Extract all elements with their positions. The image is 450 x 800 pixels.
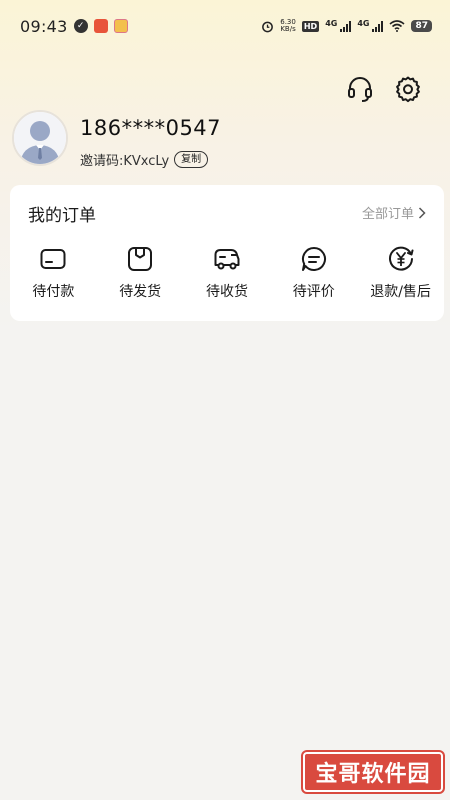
orders-title: 我的订单 [28,206,96,226]
copy-button[interactable]: 复制 [174,151,209,168]
watermark-logo: 宝哥软件园 [303,752,443,792]
check-icon: ✓ [73,19,88,33]
card-icon [39,245,67,273]
invite-code: 邀请码:KVxcLy [80,154,170,169]
order-item-label: 待发货 [119,284,162,300]
box-icon [126,245,154,273]
signal-icon [340,20,352,32]
order-pending-shipment[interactable]: 待发货 [100,245,180,309]
order-item-label: 待收货 [205,284,248,300]
order-pending-review[interactable]: 待评价 [274,245,354,309]
order-item-label: 退款/售后 [370,284,431,300]
status-time: 09:43 [20,16,68,36]
network-speed-unit: KB/s [280,25,296,33]
network-speed: 6.30 KB/s [280,19,296,33]
my-orders-card: 我的订单 全部订单 待付款 待发货 待收货 待评价 退款/售后 [10,185,444,321]
order-pending-payment[interactable]: 待付款 [13,245,93,309]
order-refund-aftersale[interactable]: 退款/售后 [361,245,441,309]
signal-icon-2 [372,20,384,32]
default-avatar-icon [14,112,66,164]
app-notification-icon-2 [113,19,128,33]
order-item-label: 待付款 [32,284,75,300]
invite-code-row: 邀请码:KVxcLy 复制 [80,150,209,169]
order-item-label: 待评价 [292,284,335,300]
comment-icon [300,245,328,273]
hd-badge: HD [301,20,320,32]
user-phone: 186****0547 [80,116,222,140]
network-type-2: 4G [357,19,370,28]
status-left: 09:43 ✓ [20,17,128,36]
alarm-icon [262,21,274,32]
truck-icon [213,245,241,273]
status-bar: 09:43 ✓ 6.30 KB/s HD 4G 4G 87 [0,0,450,52]
avatar[interactable] [12,110,68,166]
wifi-icon [389,20,405,32]
watermark-text: 宝哥软件园 [315,762,431,787]
order-pending-receipt[interactable]: 待收货 [187,245,267,309]
all-orders-link[interactable]: 全部订单 [362,203,426,222]
gear-icon[interactable] [393,74,423,104]
network-type-1: 4G [325,19,338,28]
order-status-list: 待付款 待发货 待收货 待评价 退款/售后 [10,245,444,309]
battery-icon: 87 [411,20,432,32]
app-notification-icon [93,19,108,33]
yen-refund-icon [387,245,415,273]
chevron-right-icon [418,206,426,219]
headset-icon[interactable] [345,74,375,104]
status-right: 6.30 KB/s HD 4G 4G 87 [261,19,432,33]
all-orders-label: 全部订单 [361,207,414,222]
